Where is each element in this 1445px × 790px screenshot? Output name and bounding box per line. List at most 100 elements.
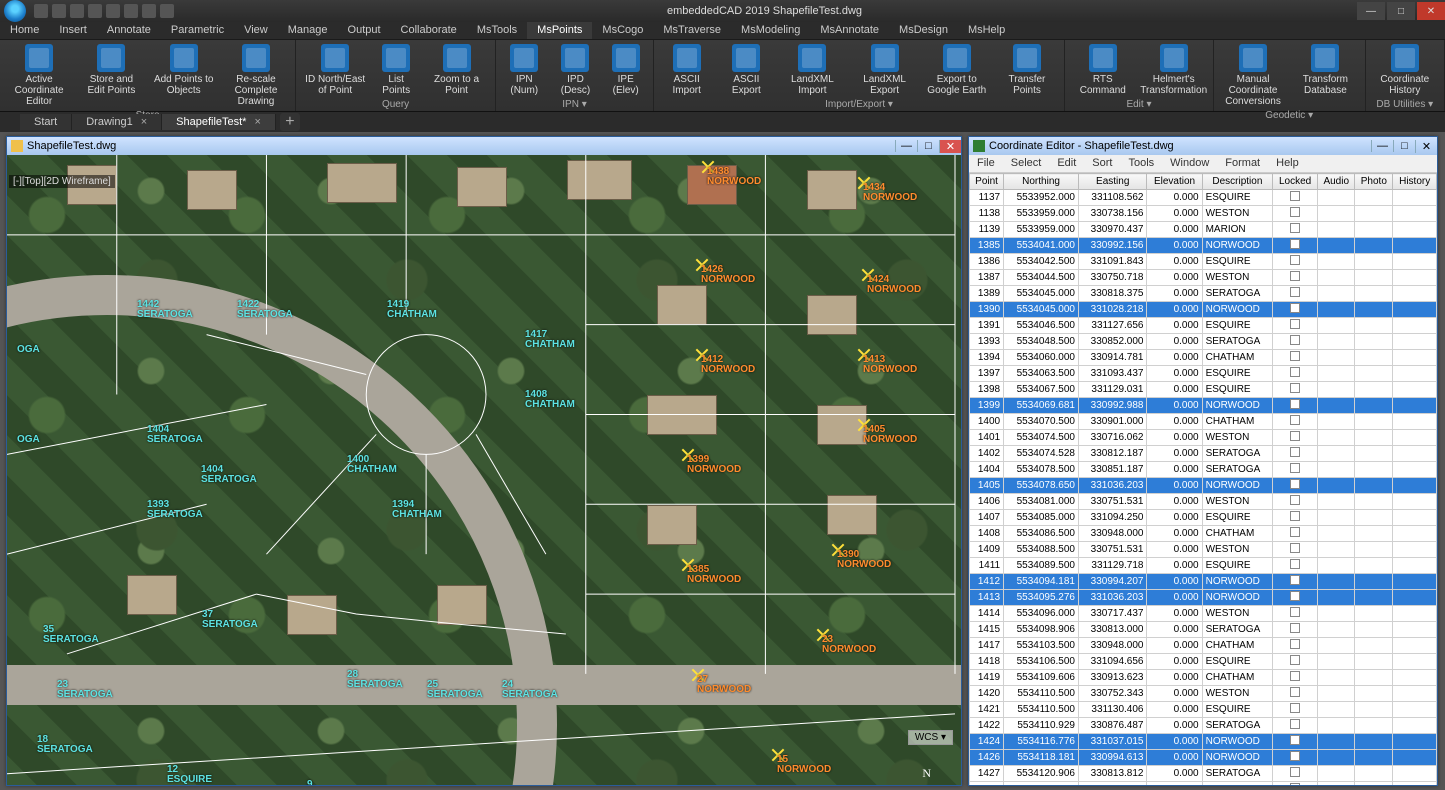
audio-cell[interactable] xyxy=(1318,382,1355,398)
photo-cell[interactable] xyxy=(1355,702,1393,718)
history-cell[interactable] xyxy=(1393,238,1437,254)
ribbon-tab-msmodeling[interactable]: MsModeling xyxy=(731,22,810,39)
ribbon-tab-mspoints[interactable]: MsPoints xyxy=(527,22,592,39)
locked-checkbox[interactable] xyxy=(1273,590,1318,606)
ribbon-tab-msdesign[interactable]: MsDesign xyxy=(889,22,958,39)
photo-cell[interactable] xyxy=(1355,350,1393,366)
grid-column-header[interactable]: Photo xyxy=(1355,174,1393,190)
locked-checkbox[interactable] xyxy=(1273,686,1318,702)
locked-checkbox[interactable] xyxy=(1273,414,1318,430)
audio-cell[interactable] xyxy=(1318,318,1355,334)
table-row[interactable]: 14155534098.906330813.0000.000SERATOGA xyxy=(970,622,1437,638)
locked-checkbox[interactable] xyxy=(1273,366,1318,382)
history-cell[interactable] xyxy=(1393,286,1437,302)
ribbon-tabs[interactable]: HomeInsertAnnotateParametricViewManageOu… xyxy=(0,22,1445,40)
locked-checkbox[interactable] xyxy=(1273,510,1318,526)
photo-cell[interactable] xyxy=(1355,510,1393,526)
table-row[interactable]: 14065534081.000330751.5310.000WESTON xyxy=(970,494,1437,510)
photo-cell[interactable] xyxy=(1355,286,1393,302)
ribbon-button[interactable]: Active Coordinate Editor xyxy=(4,42,74,109)
photo-cell[interactable] xyxy=(1355,750,1393,766)
locked-checkbox[interactable] xyxy=(1273,606,1318,622)
history-cell[interactable] xyxy=(1393,302,1437,318)
history-cell[interactable] xyxy=(1393,318,1437,334)
locked-checkbox[interactable] xyxy=(1273,350,1318,366)
table-row[interactable]: 14275534120.906330813.8120.000SERATOGA xyxy=(970,766,1437,782)
history-cell[interactable] xyxy=(1393,590,1437,606)
ribbon-tab-home[interactable]: Home xyxy=(0,22,49,39)
table-row[interactable]: 11385533959.000330738.1560.000WESTON xyxy=(970,206,1437,222)
locked-checkbox[interactable] xyxy=(1273,574,1318,590)
audio-cell[interactable] xyxy=(1318,574,1355,590)
ribbon-tab-mstraverse[interactable]: MsTraverse xyxy=(653,22,731,39)
photo-cell[interactable] xyxy=(1355,302,1393,318)
audio-cell[interactable] xyxy=(1318,398,1355,414)
audio-cell[interactable] xyxy=(1318,654,1355,670)
ribbon-button[interactable]: Transfer Points xyxy=(994,42,1060,98)
table-row[interactable]: 14095534088.500330751.5310.000WESTON xyxy=(970,542,1437,558)
history-cell[interactable] xyxy=(1393,414,1437,430)
audio-cell[interactable] xyxy=(1318,286,1355,302)
locked-checkbox[interactable] xyxy=(1273,206,1318,222)
locked-checkbox[interactable] xyxy=(1273,254,1318,270)
photo-cell[interactable] xyxy=(1355,686,1393,702)
locked-checkbox[interactable] xyxy=(1273,670,1318,686)
table-row[interactable]: 14025534074.528330812.1870.000SERATOGA xyxy=(970,446,1437,462)
quick-access-toolbar[interactable] xyxy=(34,4,174,18)
map-viewport[interactable]: [-][Top][2D Wireframe] 1442SERATOGAOGA14… xyxy=(7,155,961,785)
ribbon-button[interactable]: LandXML Import xyxy=(777,42,847,98)
table-row[interactable]: 14215534110.500331130.4060.000ESQUIRE xyxy=(970,702,1437,718)
photo-cell[interactable] xyxy=(1355,366,1393,382)
coord-menu-item[interactable]: Format xyxy=(1217,155,1268,172)
photo-cell[interactable] xyxy=(1355,270,1393,286)
audio-cell[interactable] xyxy=(1318,558,1355,574)
close-tab-icon[interactable]: × xyxy=(141,116,147,128)
photo-cell[interactable] xyxy=(1355,638,1393,654)
doc-tab[interactable]: Drawing1× xyxy=(72,114,162,130)
audio-cell[interactable] xyxy=(1318,526,1355,542)
table-row[interactable]: 14185534106.500331094.6560.000ESQUIRE xyxy=(970,654,1437,670)
grid-column-header[interactable]: Audio xyxy=(1318,174,1355,190)
locked-checkbox[interactable] xyxy=(1273,430,1318,446)
ribbon-tab-mscogo[interactable]: MsCogo xyxy=(592,22,653,39)
table-row[interactable]: 13995534069.681330992.9880.000NORWOOD xyxy=(970,398,1437,414)
ribbon-button[interactable]: List Points xyxy=(372,42,420,98)
table-row[interactable]: 13975534063.500331093.4370.000ESQUIRE xyxy=(970,366,1437,382)
photo-cell[interactable] xyxy=(1355,430,1393,446)
history-cell[interactable] xyxy=(1393,270,1437,286)
audio-cell[interactable] xyxy=(1318,222,1355,238)
photo-cell[interactable] xyxy=(1355,766,1393,782)
audio-cell[interactable] xyxy=(1318,446,1355,462)
audio-cell[interactable] xyxy=(1318,206,1355,222)
locked-checkbox[interactable] xyxy=(1273,750,1318,766)
table-row[interactable]: 13855534041.000330992.1560.000NORWOOD xyxy=(970,238,1437,254)
grid-column-header[interactable]: Description xyxy=(1202,174,1273,190)
ribbon-button[interactable]: RTS Command xyxy=(1069,42,1136,98)
table-row[interactable]: 14055534078.650331036.2030.000NORWOOD xyxy=(970,478,1437,494)
coord-menu-item[interactable]: Help xyxy=(1268,155,1307,172)
table-row[interactable]: 14045534078.500330851.1870.000SERATOGA xyxy=(970,462,1437,478)
history-cell[interactable] xyxy=(1393,478,1437,494)
audio-cell[interactable] xyxy=(1318,462,1355,478)
ribbon-tab-mstools[interactable]: MsTools xyxy=(467,22,527,39)
ribbon-tab-view[interactable]: View xyxy=(234,22,278,39)
photo-cell[interactable] xyxy=(1355,462,1393,478)
audio-cell[interactable] xyxy=(1318,702,1355,718)
photo-cell[interactable] xyxy=(1355,478,1393,494)
coord-menu-item[interactable]: Tools xyxy=(1120,155,1162,172)
audio-cell[interactable] xyxy=(1318,782,1355,786)
history-cell[interactable] xyxy=(1393,638,1437,654)
locked-checkbox[interactable] xyxy=(1273,638,1318,654)
photo-cell[interactable] xyxy=(1355,382,1393,398)
photo-cell[interactable] xyxy=(1355,334,1393,350)
history-cell[interactable] xyxy=(1393,206,1437,222)
wcs-indicator[interactable]: WCS ▾ xyxy=(908,730,953,745)
history-cell[interactable] xyxy=(1393,654,1437,670)
locked-checkbox[interactable] xyxy=(1273,190,1318,206)
ribbon-tab-insert[interactable]: Insert xyxy=(49,22,97,39)
maximize-button[interactable]: □ xyxy=(1387,2,1415,20)
table-row[interactable]: 14265534118.181330994.6130.000NORWOOD xyxy=(970,750,1437,766)
add-tab-button[interactable]: + xyxy=(280,113,300,131)
history-cell[interactable] xyxy=(1393,398,1437,414)
photo-cell[interactable] xyxy=(1355,318,1393,334)
